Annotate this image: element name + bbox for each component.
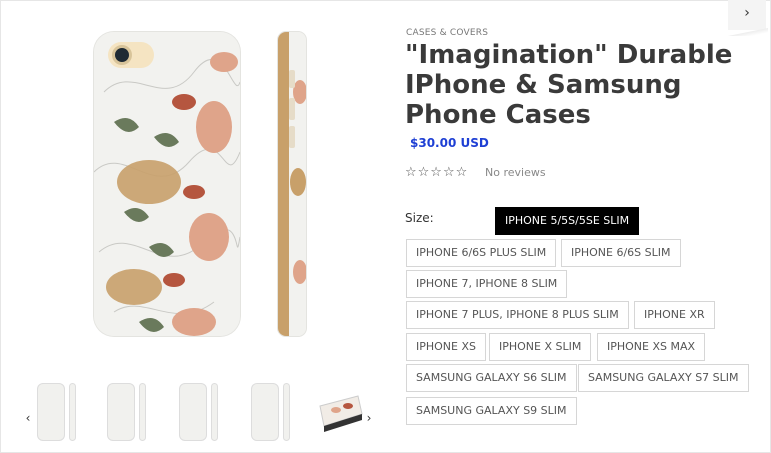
thumbnail-case-side: [284, 384, 289, 440]
thumbnail-case-angled: [319, 395, 363, 432]
chevron-left-icon[interactable]: ‹: [21, 408, 35, 428]
thumbnail-case-front: [38, 384, 64, 440]
size-label: Size:: [405, 211, 434, 225]
thumbnail-4[interactable]: [252, 384, 292, 440]
thumbnail-case-front: [252, 384, 278, 440]
product-main-image[interactable]: [94, 32, 306, 336]
size-option-iphone-7-8-plus[interactable]: IPHONE 7 PLUS, IPHONE 8 PLUS SLIM: [406, 301, 629, 329]
size-option-iphone-x[interactable]: IPHONE X SLIM: [489, 333, 592, 361]
product-title: "Imagination" Durable IPhone & Samsung P…: [405, 40, 733, 130]
thumbnail-case-front: [180, 384, 206, 440]
product-price: $30.00 USD: [410, 136, 489, 150]
next-product-button[interactable]: ›: [728, 0, 766, 30]
thumbnail-case-side: [70, 384, 75, 440]
thumbnail-case-side: [212, 384, 217, 440]
size-option-iphone-6-plus[interactable]: IPHONE 6/6S PLUS SLIM: [406, 239, 557, 267]
case-button-cutout: [289, 126, 295, 148]
star-rating-icon[interactable]: ☆☆☆☆☆: [405, 165, 468, 180]
case-pattern-front: [94, 32, 240, 336]
thumbnail-5[interactable]: [318, 384, 364, 440]
size-option-galaxy-s6[interactable]: SAMSUNG GALAXY S6 SLIM: [406, 364, 577, 392]
size-option-iphone-7-8[interactable]: IPHONE 7, IPHONE 8 SLIM: [406, 270, 568, 298]
case-button-cutout: [289, 70, 295, 88]
camera-lens-icon: [112, 45, 132, 65]
thumbnail-case-front: [108, 384, 134, 440]
thumbnail-case-side: [140, 384, 145, 440]
size-option-iphone-xs-max[interactable]: IPHONE XS MAX: [597, 333, 706, 361]
size-option-galaxy-s7[interactable]: SAMSUNG GALAXY S7 SLIM: [578, 364, 749, 392]
thumbnail-1[interactable]: [38, 384, 78, 440]
size-option-iphone-xr[interactable]: IPHONE XR: [634, 301, 715, 329]
size-option-galaxy-s9[interactable]: SAMSUNG GALAXY S9 SLIM: [406, 397, 577, 425]
reviews-count[interactable]: No reviews: [485, 166, 546, 179]
chevron-right-icon[interactable]: ›: [362, 408, 376, 428]
size-option-iphone-xs[interactable]: IPHONE XS: [406, 333, 487, 361]
size-option-iphone-5[interactable]: IPHONE 5/5S/5SE SLIM: [495, 207, 640, 235]
thumbnail-2[interactable]: [108, 384, 148, 440]
case-front-view: [94, 32, 240, 336]
size-option-iphone-6[interactable]: IPHONE 6/6S SLIM: [561, 239, 681, 267]
case-button-cutout: [289, 98, 295, 120]
case-side-view: [278, 32, 306, 336]
thumbnail-3[interactable]: [180, 384, 220, 440]
breadcrumb[interactable]: CASES & COVERS: [406, 28, 488, 38]
